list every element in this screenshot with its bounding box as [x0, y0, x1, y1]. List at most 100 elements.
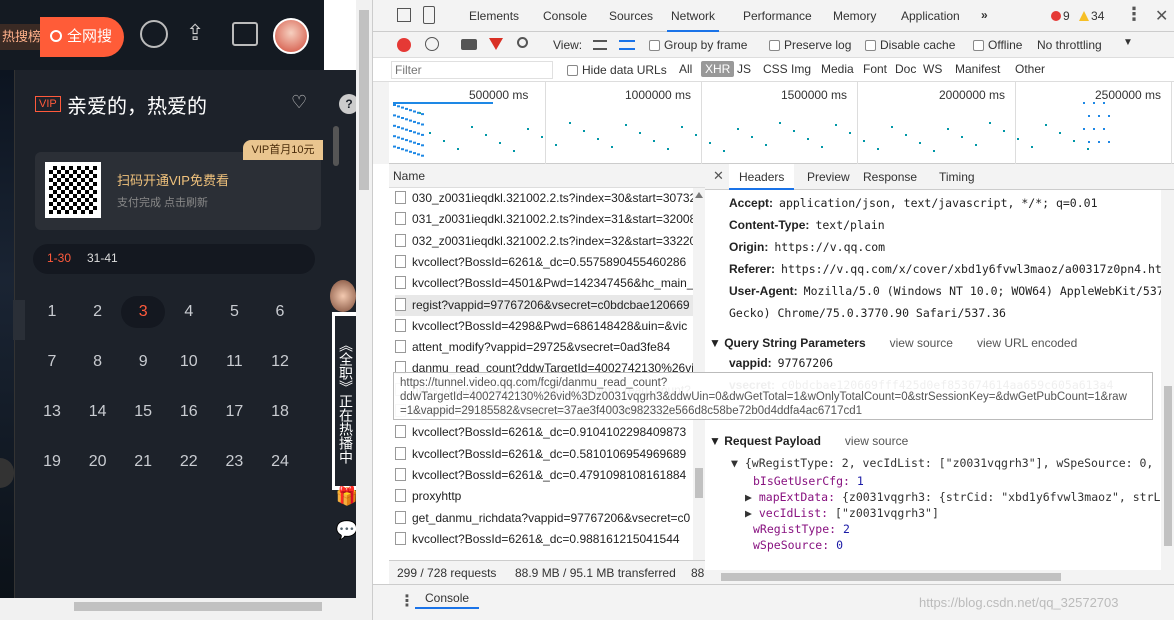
filter-icon[interactable] — [489, 38, 503, 50]
name-column-header[interactable]: Name — [389, 164, 705, 188]
episode-7[interactable]: 7 — [30, 346, 74, 378]
disable-cache-toggle[interactable]: Disable cache — [865, 38, 955, 52]
scroll-up-arrow-icon[interactable] — [695, 192, 703, 198]
page-horizontal-scrollbar[interactable] — [0, 598, 372, 620]
request-row[interactable]: 031_z0031ieqdkl.321002.2.ts?index=31&sta… — [395, 209, 695, 230]
throttling-select[interactable]: No throttling — [1037, 38, 1102, 52]
qsp-view-url-link[interactable]: view URL encoded — [977, 336, 1077, 350]
episode-1[interactable]: 1 — [30, 296, 74, 328]
filter-type-media[interactable]: Media — [817, 61, 858, 77]
request-row[interactable]: kvcollect?BossId=6261&_dc=0.581010695496… — [395, 444, 695, 465]
tab-performance[interactable]: Performance — [739, 0, 816, 32]
tab-network[interactable]: Network — [667, 0, 720, 32]
request-row[interactable]: regist?vappid=97767206&vsecret=c0bdcbae1… — [395, 294, 695, 316]
request-row[interactable]: get_danmu_richdata?vappid=97767206&vsecr… — [395, 508, 695, 529]
record-icon[interactable] — [397, 38, 411, 52]
payload-vecIdList[interactable]: ▶ vecIdList: ["z0031vqgrh3"] — [745, 506, 939, 520]
clear-icon[interactable] — [425, 37, 439, 51]
request-row[interactable]: kvcollect?BossId=4501&Pwd=142347456&hc_m… — [395, 273, 695, 294]
payload-view-source-link[interactable]: view source — [845, 434, 908, 448]
details-hscroll-thumb[interactable] — [721, 573, 1061, 581]
details-tab-response[interactable]: Response — [853, 164, 927, 190]
page-vertical-scrollbar[interactable] — [356, 0, 372, 598]
waterfall-icon[interactable] — [619, 40, 635, 50]
episode-4[interactable]: 4 — [167, 296, 211, 328]
episode-8[interactable]: 8 — [76, 346, 120, 378]
offline-toggle[interactable]: Offline — [973, 38, 1022, 52]
hide-data-urls-toggle[interactable]: Hide data URLs — [567, 63, 667, 77]
filter-type-other[interactable]: Other — [1011, 61, 1049, 77]
request-row[interactable]: attent_modify?vappid=29725&vsecret=0ad3f… — [395, 337, 695, 358]
tab-sources[interactable]: Sources — [605, 0, 657, 32]
filter-type-xhr[interactable]: XHR — [701, 61, 735, 77]
query-string-section[interactable]: ▼ Query String Parameters view source view… — [709, 336, 1077, 350]
vip-qr-card[interactable]: 扫码开通VIP免费看 支付完成 点击刷新 — [35, 152, 321, 230]
request-row[interactable]: kvcollect?BossId=6261&_dc=0.910410229840… — [395, 422, 695, 443]
screen-cast-icon[interactable] — [232, 22, 258, 46]
offline-checkbox[interactable] — [973, 40, 984, 51]
throttling-chevron-down-icon[interactable]: ▼ — [1123, 37, 1133, 48]
panel-scrollbar[interactable] — [333, 126, 339, 166]
episode-12[interactable]: 12 — [258, 346, 302, 378]
hot-search-tag[interactable]: 热搜榜 — [0, 24, 44, 50]
tab-application[interactable]: Application — [897, 0, 964, 32]
preserve-log-toggle[interactable]: Preserve log — [769, 38, 851, 52]
episode-15[interactable]: 15 — [121, 396, 165, 428]
panel-collapse-arrow[interactable] — [13, 300, 25, 340]
episode-20[interactable]: 20 — [76, 446, 120, 478]
filter-type-all[interactable]: All — [675, 61, 696, 77]
tab-memory[interactable]: Memory — [829, 0, 880, 32]
group-by-frame-toggle[interactable]: Group by frame — [649, 38, 747, 52]
episode-16[interactable]: 16 — [167, 396, 211, 428]
drawer-tab-console[interactable]: Console — [415, 589, 480, 609]
group-by-frame-checkbox[interactable] — [649, 40, 660, 51]
request-payload-section[interactable]: ▼ Request Payload view source — [709, 434, 908, 448]
filter-type-js[interactable]: JS — [733, 61, 755, 77]
device-toolbar-icon[interactable] — [423, 6, 435, 24]
history-clock-icon[interactable] — [140, 20, 168, 48]
request-row[interactable]: kvcollect?BossId=4298&Pwd=686148428&uin=… — [395, 316, 695, 337]
episode-10[interactable]: 10 — [167, 346, 211, 378]
search-icon[interactable] — [517, 37, 528, 48]
close-details-icon[interactable]: ✕ — [713, 168, 724, 184]
scrollbar-thumb[interactable] — [74, 602, 322, 611]
filter-type-doc[interactable]: Doc — [891, 61, 920, 77]
drawer-menu-icon[interactable]: ⋮ — [399, 591, 415, 611]
hide-data-urls-checkbox[interactable] — [567, 65, 578, 76]
actor-avatar[interactable] — [330, 280, 356, 312]
episode-13[interactable]: 13 — [30, 396, 74, 428]
upload-icon[interactable]: ⇪ — [186, 20, 212, 48]
episode-21[interactable]: 21 — [121, 446, 165, 478]
request-row[interactable]: kvcollect?BossId=6261&_dc=0.479109810816… — [395, 465, 695, 486]
tab-elements[interactable]: Elements — [465, 0, 523, 32]
episode-23[interactable]: 23 — [212, 446, 256, 478]
filter-type-manifest[interactable]: Manifest — [951, 61, 1004, 77]
filter-type-ws[interactable]: WS — [919, 61, 946, 77]
timeline-overview[interactable]: 500000 ms 1000000 ms 1500000 ms 2000000 ms 2… — [389, 82, 1174, 164]
episode-range-tab-2[interactable]: 31-41 — [87, 251, 118, 265]
qsp-view-source-link[interactable]: view source — [890, 336, 953, 350]
request-row[interactable]: 032_z0031ieqdkl.321002.2.ts?index=32&sta… — [395, 231, 695, 252]
details-tab-timing[interactable]: Timing — [929, 164, 985, 190]
close-devtools-icon[interactable]: ✕ — [1155, 6, 1168, 26]
search-all-button[interactable]: 全网搜 — [40, 17, 124, 57]
more-tabs-icon[interactable]: » — [981, 8, 988, 22]
episode-5[interactable]: 5 — [212, 296, 256, 328]
payload-mapExtData[interactable]: ▶ mapExtData: {z0031vqgrh3: {strCid: "xb… — [745, 490, 1161, 504]
details-vertical-scrollbar[interactable] — [1161, 190, 1174, 570]
details-horizontal-scrollbar[interactable] — [705, 570, 1174, 584]
episode-2[interactable]: 2 — [76, 296, 120, 328]
error-count[interactable]: 9 34 — [1051, 9, 1104, 23]
request-scroll-thumb[interactable] — [695, 468, 703, 498]
disable-cache-checkbox[interactable] — [865, 40, 876, 51]
episode-18[interactable]: 18 — [258, 396, 302, 428]
episode-3[interactable]: 3 — [121, 296, 166, 328]
details-scroll-thumb[interactable] — [1164, 386, 1172, 546]
episode-24[interactable]: 24 — [258, 446, 302, 478]
episode-17[interactable]: 17 — [212, 396, 256, 428]
details-tab-preview[interactable]: Preview — [797, 164, 860, 190]
request-row[interactable]: proxyhttp — [395, 486, 695, 507]
tab-console[interactable]: Console — [539, 0, 591, 32]
large-rows-icon[interactable] — [593, 40, 607, 50]
filter-type-font[interactable]: Font — [859, 61, 891, 77]
